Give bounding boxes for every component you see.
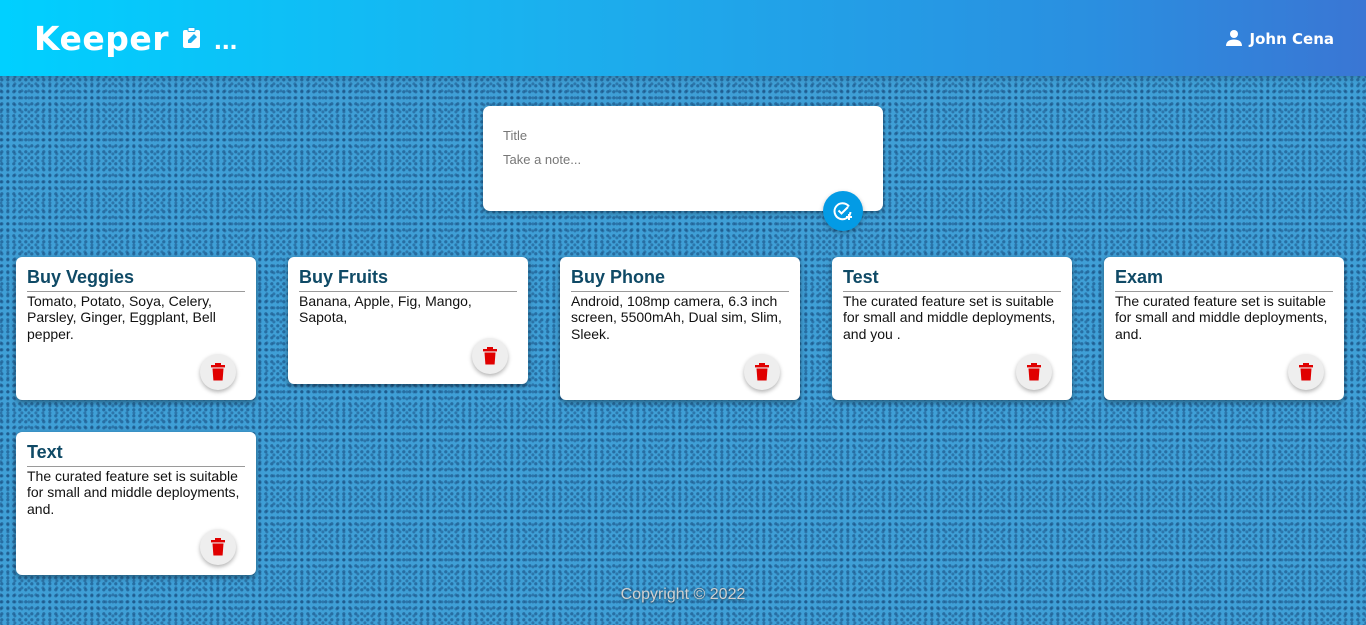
note-content-input[interactable] (503, 152, 863, 174)
delete-note-button[interactable] (472, 338, 508, 374)
copyright-text: Copyright © 2022 (620, 586, 746, 603)
trash-icon (1027, 363, 1041, 381)
note-title: Exam (1115, 265, 1333, 292)
trash-icon (211, 538, 225, 556)
note-title: Buy Fruits (299, 265, 517, 292)
person-icon (1225, 29, 1243, 47)
trash-icon (755, 363, 769, 381)
trash-icon (483, 347, 497, 365)
trash-icon (211, 363, 225, 381)
note-title: Text (27, 440, 245, 467)
note-title: Buy Veggies (27, 265, 245, 292)
note-content: The curated feature set is suitable for … (843, 293, 1056, 342)
brand-ellipsis: ... (214, 24, 238, 55)
note-card: Text The curated feature set is suitable … (16, 432, 256, 575)
app-header: Keeper ... John Cena (0, 0, 1366, 76)
note-title: Test (843, 265, 1061, 292)
note-content: The curated feature set is suitable for … (27, 468, 240, 517)
delete-note-button[interactable] (744, 354, 780, 390)
user-name: John Cena (1249, 30, 1334, 48)
delete-note-button[interactable] (200, 354, 236, 390)
note-card: Buy Phone Android, 108mp camera, 6.3 inch… (560, 257, 800, 400)
note-title-input[interactable] (503, 125, 863, 145)
brand: Keeper ... (34, 16, 237, 60)
app-title: Keeper (34, 18, 170, 58)
user-menu[interactable]: John Cena (1225, 27, 1334, 48)
delete-note-button[interactable] (1288, 354, 1324, 390)
add-task-icon (833, 202, 852, 221)
note-card: Buy Fruits Banana, Apple, Fig, Mango, Sap… (288, 257, 528, 384)
note-content: The curated feature set is suitable for … (1115, 293, 1328, 342)
note-content: Android, 108mp camera, 6.3 inch screen, … (571, 293, 782, 342)
note-add-icon (182, 27, 202, 49)
create-note-form (483, 106, 883, 211)
footer: Copyright © 2022 (0, 586, 1366, 604)
note-content: Banana, Apple, Fig, Mango, Sapota, (299, 293, 472, 326)
note-content: Tomato, Potato, Soya, Celery, Parsley, G… (27, 293, 216, 342)
note-title: Buy Phone (571, 265, 789, 292)
trash-icon (1299, 363, 1313, 381)
note-card: Exam The curated feature set is suitable … (1104, 257, 1344, 400)
note-card: Buy Veggies Tomato, Potato, Soya, Celery,… (16, 257, 256, 400)
delete-note-button[interactable] (1016, 354, 1052, 390)
delete-note-button[interactable] (200, 529, 236, 565)
add-note-button[interactable] (823, 191, 863, 231)
note-card: Test The curated feature set is suitable … (832, 257, 1072, 400)
